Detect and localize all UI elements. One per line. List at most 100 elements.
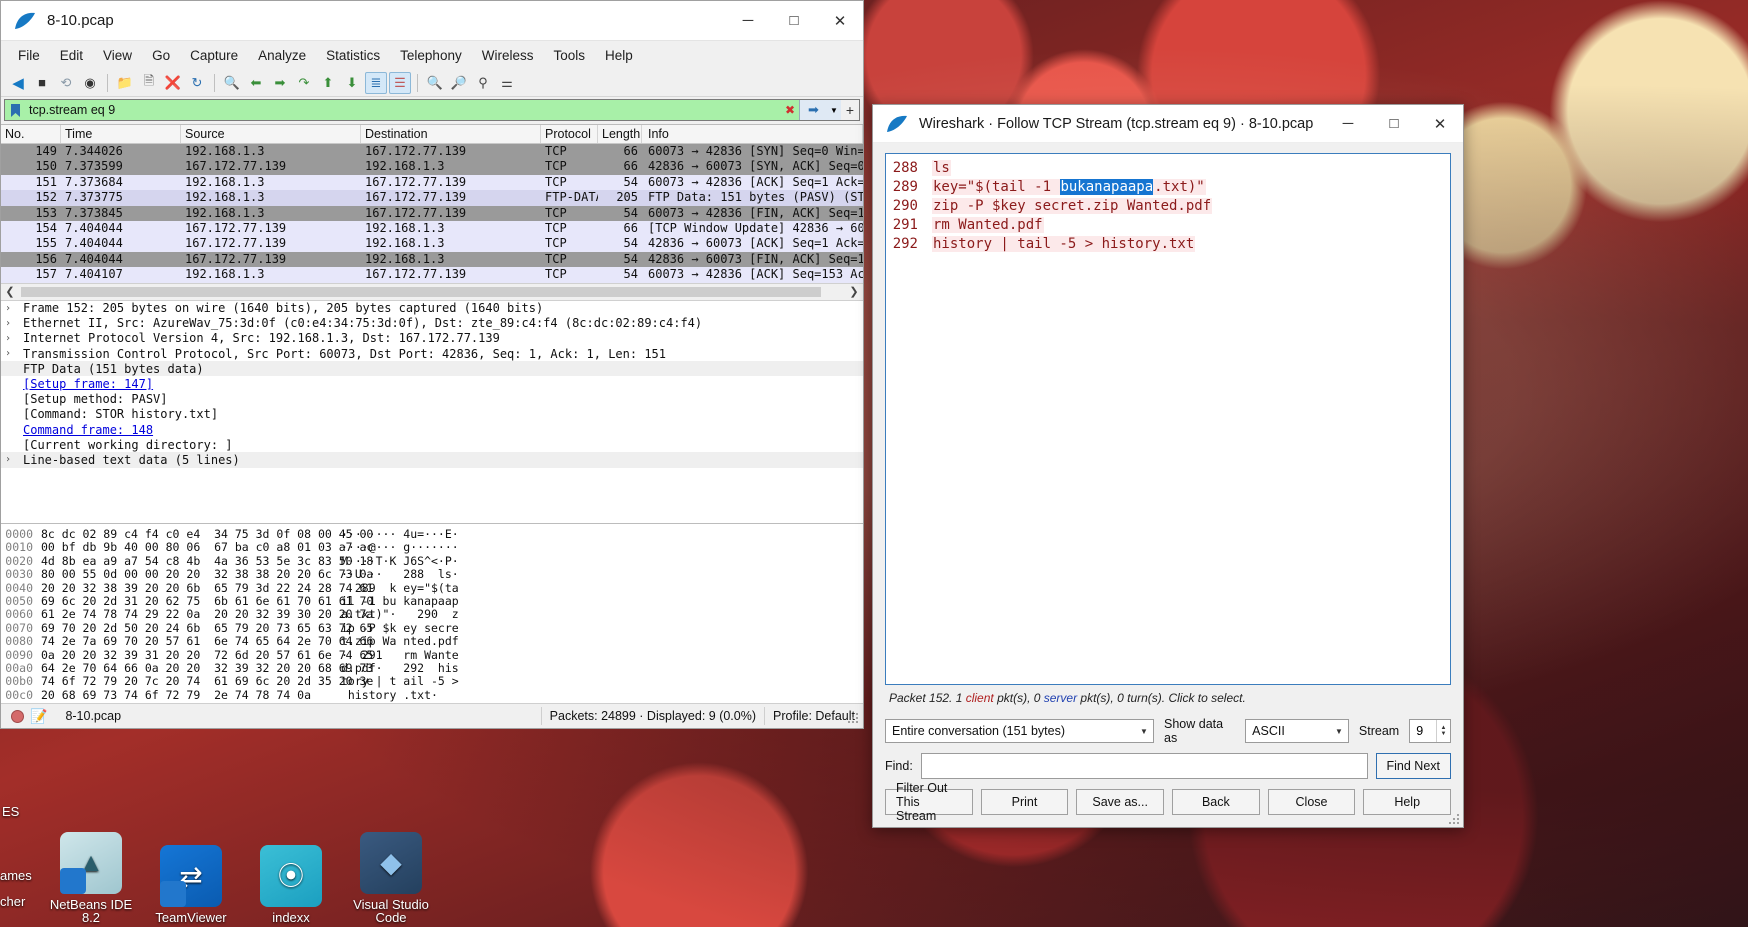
maximize-button[interactable]: □ <box>771 1 817 41</box>
table-row[interactable]: 156 7.404044 167.172.77.139 192.168.1.3 TCP 5… <box>1 251 863 268</box>
column-header-info[interactable]: Info <box>642 125 863 143</box>
apply-filter-arrow-icon[interactable]: ➡ <box>799 100 827 120</box>
detail-tree-row[interactable]: [Setup method: PASV] <box>1 392 863 407</box>
desktop-icon-vscode[interactable]: ◆ Visual Studio Code <box>348 831 434 925</box>
stream-line[interactable]: 292 history | tail -5 > history.txt <box>890 236 1446 255</box>
go-to-packet-icon[interactable]: ↷ <box>293 72 315 94</box>
bookmark-icon[interactable] <box>5 100 25 120</box>
menu-help[interactable]: Help <box>596 44 642 67</box>
stream-content-view[interactable]: 288 ls 289 key="$(tail -1 bukanapaapa.txt)"… <box>885 153 1451 685</box>
capture-options-icon[interactable]: ◉ <box>79 72 101 94</box>
open-file-icon[interactable]: 📁 <box>114 72 136 94</box>
hex-dump-row[interactable]: 0070 69 70 20 2d 50 20 24 6b 65 79 20 73 … <box>1 621 863 635</box>
hex-dump-row[interactable]: 0030 80 00 55 0d 00 00 20 20 32 38 38 20 … <box>1 567 863 581</box>
spinner-arrows-icon[interactable]: ▲ ▼ <box>1436 720 1450 742</box>
table-row[interactable]: 154 7.404044 167.172.77.139 192.168.1.3 TCP 6… <box>1 220 863 237</box>
detail-tree-row[interactable]: › Line-based text data (5 lines) <box>1 452 863 468</box>
detail-tree-row[interactable]: [Current working directory: ] <box>1 437 863 452</box>
reload-file-icon[interactable]: ↻ <box>186 72 208 94</box>
detail-tree-row[interactable]: › Ethernet II, Src: AzureWav_75:3d:0f (c0… <box>1 316 863 331</box>
go-back-icon[interactable]: ⬅ <box>245 72 267 94</box>
resize-columns-icon[interactable]: ⚌ <box>496 72 518 94</box>
menu-tools[interactable]: Tools <box>544 44 594 67</box>
show-data-as-select[interactable]: ASCII ▼ <box>1245 719 1349 743</box>
restart-capture-icon[interactable]: ⟲ <box>55 72 77 94</box>
menu-view[interactable]: View <box>94 44 141 67</box>
go-forward-icon[interactable]: ➡ <box>269 72 291 94</box>
start-capture-icon[interactable]: ◀ <box>7 72 29 94</box>
find-packet-icon[interactable]: 🔍 <box>221 72 243 94</box>
chevron-down-icon[interactable]: ▼ <box>827 100 841 120</box>
column-header-time[interactable]: Time <box>61 125 181 143</box>
close-file-icon[interactable]: ❌ <box>162 72 184 94</box>
table-row[interactable]: 150 7.373599 167.172.77.139 192.168.1.3 TCP 6… <box>1 159 863 175</box>
stream-line[interactable]: 289 key="$(tail -1 bukanapaapa.txt)" <box>890 179 1446 198</box>
column-header-protocol[interactable]: Protocol <box>541 125 598 143</box>
detail-tree-row[interactable]: [Command: STOR history.txt] <box>1 407 863 422</box>
back-button[interactable]: Back <box>1172 789 1260 815</box>
scroll-right-icon[interactable]: ❯ <box>845 285 863 298</box>
scroll-left-icon[interactable]: ❮ <box>1 285 19 298</box>
capture-comment-icon[interactable]: 📝 <box>30 708 47 725</box>
column-header-source[interactable]: Source <box>181 125 361 143</box>
detail-tree-row[interactable]: FTP Data (151 bytes data) <box>1 361 863 377</box>
hscroll-track[interactable] <box>19 284 845 299</box>
packet-bytes-pane[interactable]: 0000 8c dc 02 89 c4 f4 c0 e4 34 75 3d 0f … <box>1 523 863 703</box>
dialog-resize-grip[interactable] <box>1448 813 1460 825</box>
dialog-maximize-button[interactable]: □ <box>1371 104 1417 144</box>
display-filter-input[interactable]: tcp.stream eq 9 <box>25 100 781 120</box>
hex-dump-row[interactable]: 0040 20 20 32 38 39 20 20 6b 65 79 3d 22 … <box>1 581 863 595</box>
hex-dump-row[interactable]: 00b0 74 6f 72 79 20 7c 20 74 61 69 6c 20 … <box>1 674 863 688</box>
detail-tree-row[interactable]: Command frame: 148 <box>1 422 863 437</box>
hscroll-thumb[interactable] <box>21 286 821 297</box>
zoom-in-icon[interactable]: 🔍 <box>424 72 446 94</box>
close-button[interactable]: ✕ <box>817 1 863 41</box>
expand-arrow-icon[interactable]: › <box>5 333 23 344</box>
expand-arrow-icon[interactable]: › <box>5 348 23 359</box>
column-header-destination[interactable]: Destination <box>361 125 541 143</box>
menu-statistics[interactable]: Statistics <box>317 44 389 67</box>
colorize-icon[interactable]: ☰ <box>389 71 411 94</box>
desktop-icon-netbeans[interactable]: ▲ NetBeans IDE 8.2 <box>48 831 134 925</box>
capture-status-icon[interactable] <box>11 709 24 723</box>
packet-list-hscrollbar[interactable]: ❮ ❯ <box>1 282 863 301</box>
minimize-button[interactable]: ─ <box>725 1 771 41</box>
table-row[interactable]: 152 7.373775 192.168.1.3 167.172.77.139 FTP-… <box>1 190 863 206</box>
save-file-icon[interactable]: 🗎 <box>138 72 160 94</box>
stream-line[interactable]: 291 rm Wanted.pdf <box>890 217 1446 236</box>
save-as-button[interactable]: Save as... <box>1076 789 1165 815</box>
stream-number-stepper[interactable]: 9 ▲ ▼ <box>1409 719 1451 743</box>
stop-capture-icon[interactable]: ■ <box>31 72 53 94</box>
hex-dump-row[interactable]: 0000 8c dc 02 89 c4 f4 c0 e4 34 75 3d 0f … <box>1 527 863 541</box>
clear-filter-icon[interactable]: ✖ <box>781 100 799 120</box>
expand-arrow-icon[interactable]: › <box>5 303 23 314</box>
detail-tree-row[interactable]: [Setup frame: 147] <box>1 376 863 391</box>
dialog-minimize-button[interactable]: ─ <box>1325 104 1371 144</box>
menu-analyze[interactable]: Analyze <box>249 44 315 67</box>
autoscroll-icon[interactable]: ≣ <box>365 71 387 94</box>
dialog-close-button[interactable]: ✕ <box>1417 104 1463 144</box>
stream-line[interactable]: 288 ls <box>890 160 1446 179</box>
menu-telephony[interactable]: Telephony <box>391 44 471 67</box>
hex-dump-row[interactable]: 0090 0a 20 20 32 39 31 20 20 72 6d 20 57 … <box>1 648 863 662</box>
filter-out-this-stream-button[interactable]: Filter Out This Stream <box>885 781 973 823</box>
go-first-packet-icon[interactable]: ⬆ <box>317 72 339 94</box>
desktop-icon-teamviewer[interactable]: ⇄ TeamViewer <box>148 845 234 925</box>
packet-detail-tree[interactable]: › Frame 152: 205 bytes on wire (1640 bits… <box>1 300 863 523</box>
table-row[interactable]: 151 7.373684 192.168.1.3 167.172.77.139 TCP 5… <box>1 174 863 191</box>
detail-tree-label[interactable]: [Setup frame: 147] <box>23 377 153 391</box>
column-header-length[interactable]: Length <box>598 125 642 143</box>
detail-tree-row[interactable]: › Transmission Control Protocol, Src Port… <box>1 346 863 361</box>
hex-dump-row[interactable]: 0010 00 bf db 9b 40 00 80 06 67 ba c0 a8 … <box>1 540 863 554</box>
menu-wireless[interactable]: Wireless <box>473 44 543 67</box>
expand-arrow-icon[interactable]: › <box>5 454 23 465</box>
hex-dump-row[interactable]: 00a0 64 2e 70 64 66 0a 20 20 32 39 32 20 … <box>1 661 863 675</box>
find-input[interactable] <box>920 753 1368 779</box>
help-button[interactable]: Help <box>1363 789 1452 815</box>
hex-dump-row[interactable]: 0020 4d 8b ea a9 a7 54 c8 4b 4a 36 53 5e … <box>1 554 863 568</box>
menu-capture[interactable]: Capture <box>181 44 247 67</box>
print-button[interactable]: Print <box>980 789 1069 815</box>
stream-line[interactable]: 290 zip -P $key secret.zip Wanted.pdf <box>890 198 1446 217</box>
expand-arrow-icon[interactable]: › <box>5 318 23 329</box>
menu-go[interactable]: Go <box>143 44 179 67</box>
